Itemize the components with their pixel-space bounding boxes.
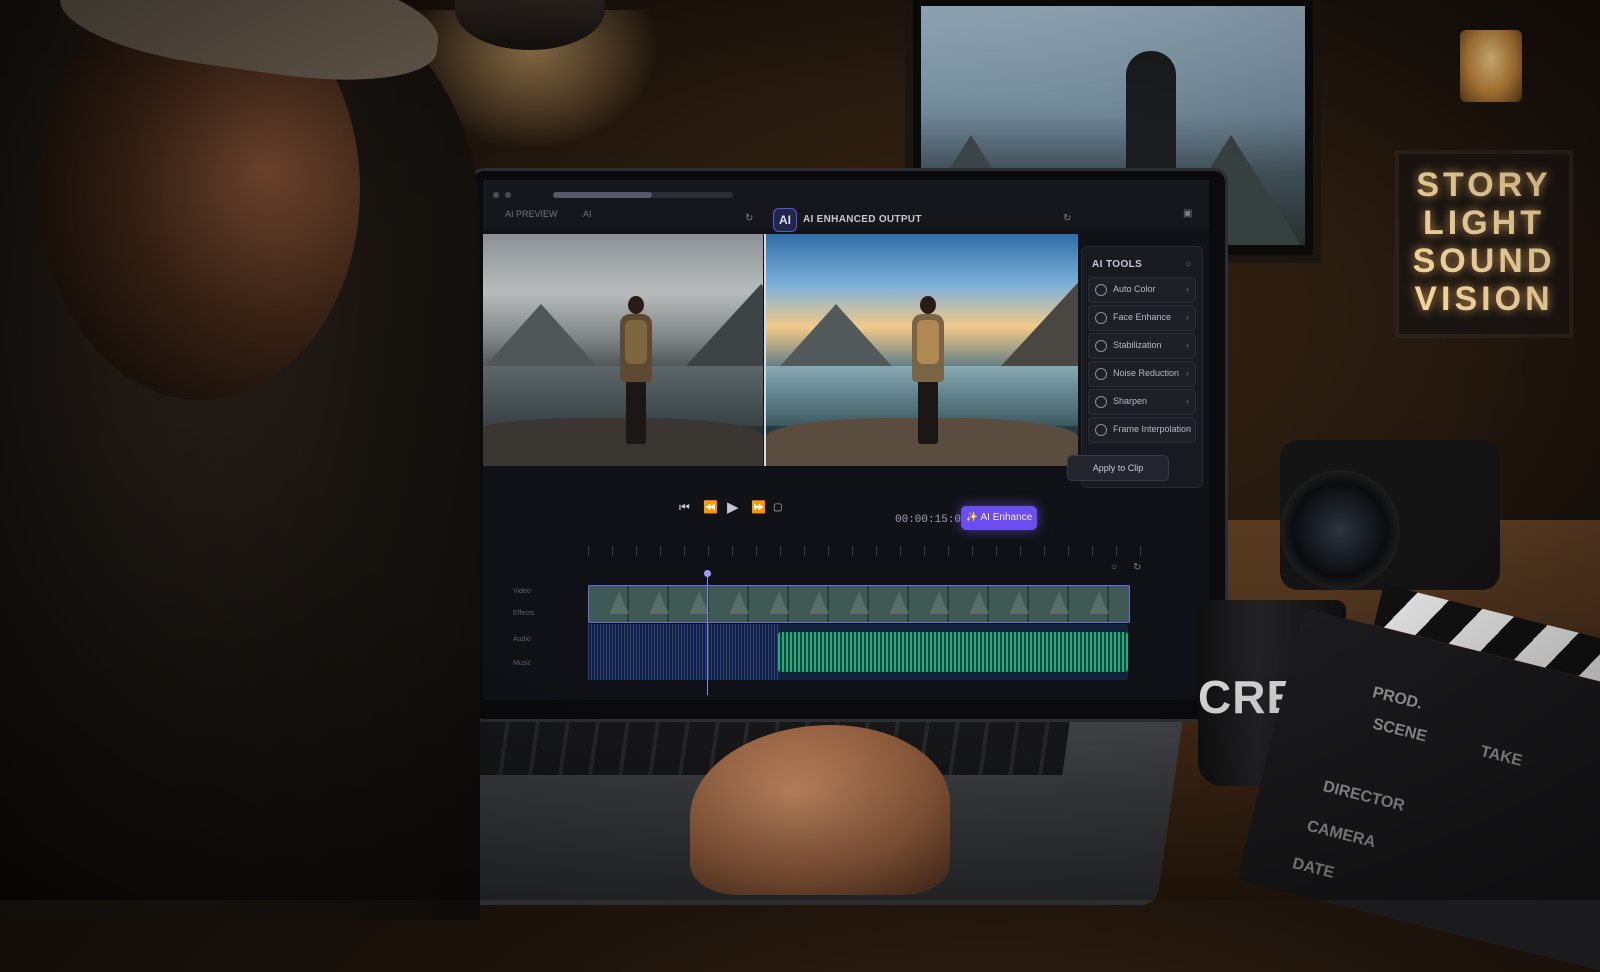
fast-forward-icon[interactable]: ⏩ (751, 500, 766, 514)
chevron-icon: › (1186, 340, 1189, 350)
export-icon[interactable]: ▣ (1183, 208, 1192, 219)
sign-word: STORY (1416, 166, 1552, 204)
tool-noise-reduction[interactable]: Noise Reduction › (1088, 361, 1196, 387)
chevron-icon: › (1186, 396, 1189, 406)
preview-original[interactable] (483, 234, 763, 466)
tool-label: Stabilization (1113, 340, 1162, 350)
sharpen-icon (1095, 396, 1107, 408)
chevron-icon: › (1186, 368, 1189, 378)
audio-waveform (588, 624, 778, 680)
zoom-icon[interactable]: ○ (1111, 562, 1117, 573)
chevron-icon: › (1186, 284, 1189, 294)
timeline-ruler[interactable] (588, 546, 1148, 556)
playhead[interactable] (704, 570, 711, 695)
preview-enhanced[interactable] (766, 234, 1078, 466)
dslr-camera (1280, 440, 1500, 590)
track-label: Video (513, 588, 531, 595)
step-back-icon[interactable]: ⏮ (679, 500, 690, 515)
rewind-icon[interactable]: ⏪ (703, 500, 718, 514)
candle-light (1460, 30, 1522, 102)
tool-auto-color[interactable]: Auto Color › (1088, 277, 1196, 303)
face-enhance-icon (1095, 312, 1107, 324)
noise-reduction-icon (1095, 368, 1107, 380)
tool-label: Frame Interpolation (1113, 424, 1192, 434)
chevron-icon: › (1186, 424, 1189, 434)
tool-stabilization[interactable]: Stabilization › (1088, 333, 1196, 359)
tab-ai[interactable]: AI (583, 209, 592, 219)
track-label: Audio (513, 636, 531, 643)
window-control-icon[interactable] (493, 192, 499, 198)
refresh-icon[interactable]: ↻ (1133, 562, 1141, 573)
tool-label: Face Enhance (1113, 312, 1172, 322)
sign-word: SOUND (1412, 242, 1556, 280)
window-control-icon[interactable] (505, 192, 511, 198)
tool-face-enhance[interactable]: Face Enhance › (1088, 305, 1196, 331)
timeline[interactable]: Video Effects Audio Music ○ ↻ (483, 540, 1209, 700)
refresh-icon[interactable]: ↻ (1063, 213, 1071, 224)
track-label: Music (513, 660, 532, 667)
tool-label: Auto Color (1113, 284, 1156, 294)
output-title: AI ENHANCED OUTPUT (803, 214, 922, 225)
light-box-sign: STORY LIGHT SOUND VISION (1395, 150, 1573, 338)
tool-sharpen[interactable]: Sharpen › (1088, 389, 1196, 415)
chevron-icon: › (1186, 312, 1189, 322)
ai-tools-panel: AI TOOLS ○ Auto Color › Face Enhance › S… (1081, 246, 1203, 488)
stabilization-icon (1095, 340, 1107, 352)
apply-to-clip-button[interactable]: Apply to Clip (1067, 455, 1169, 481)
tool-label: Noise Reduction (1113, 368, 1180, 378)
panel-title: AI TOOLS (1092, 259, 1143, 270)
hiker (908, 296, 948, 446)
audio-clip[interactable] (588, 624, 1128, 680)
frame-interpolation-icon (1095, 424, 1107, 436)
tool-frame-interpolation[interactable]: Frame Interpolation › (1088, 417, 1196, 443)
tool-label: Sharpen (1113, 396, 1148, 406)
menu-progress (553, 192, 733, 198)
top-bar: AI PREVIEW AI AI AI ENHANCED OUTPUT ↻ ↻ … (483, 180, 1209, 232)
camera-lens (1280, 470, 1400, 590)
play-icon[interactable]: ▶ (727, 498, 739, 516)
editor-screen: AI PREVIEW AI AI AI ENHANCED OUTPUT ↻ ↻ … (483, 180, 1209, 700)
ai-enhance-label: AI Enhance (980, 512, 1033, 523)
refresh-icon[interactable]: ↻ (745, 213, 753, 224)
tab-ai-preview[interactable]: AI PREVIEW (505, 209, 558, 219)
loop-icon[interactable]: ▢ (773, 502, 782, 513)
settings-icon[interactable]: ○ (1185, 259, 1191, 270)
ai-enhance-button[interactable]: ✨ AI Enhance (961, 506, 1037, 530)
track-label: Effects (513, 610, 535, 617)
ai-logo: AI (773, 208, 797, 232)
timecode: 00:00:15:07 (895, 514, 968, 526)
video-clip[interactable] (588, 585, 1130, 623)
hiker (616, 296, 656, 446)
compare-split-handle[interactable] (764, 234, 766, 466)
sign-word: VISION (1414, 280, 1554, 318)
auto-color-icon (1095, 284, 1107, 296)
sign-word: LIGHT (1423, 204, 1545, 242)
audio-waveform-enhanced (778, 632, 1128, 672)
